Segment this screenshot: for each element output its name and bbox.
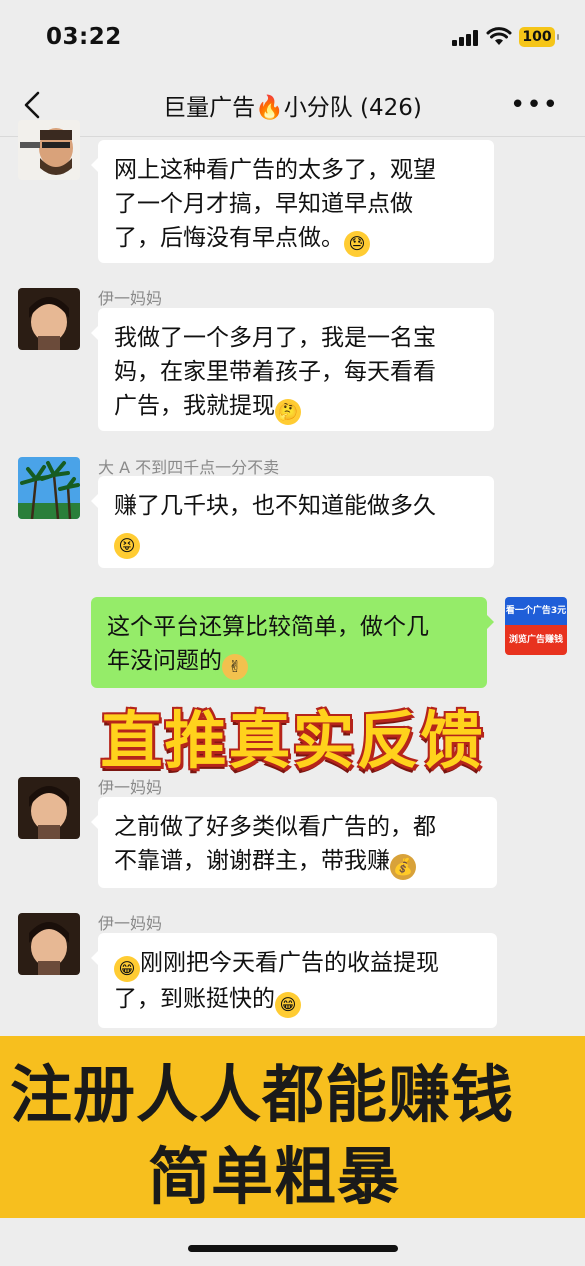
app-logo-badge[interactable]: 看一个广告3元 浏览广告赚钱 <box>505 597 567 655</box>
message-line: 不靠谱，谢谢群主，带我赚 <box>114 848 390 874</box>
message-line: 我做了一个多月了，我是一名宝 <box>114 325 436 351</box>
message-line: 广告，我就提现 <box>114 393 275 419</box>
status-bar: 03:22 100 <box>0 0 585 72</box>
message-line: 了，到账挺快的 <box>114 986 275 1012</box>
status-time: 03:22 <box>46 24 122 50</box>
banner-line-2: 简单粗暴 <box>148 1140 401 1213</box>
chat-title: 巨量广告🔥小分队 (426) <box>163 95 422 121</box>
message-line: 网上这种看广告的太多了，观望 <box>114 157 436 183</box>
chat-header: 巨量广告🔥小分队 (426) ••• <box>0 72 585 137</box>
avatar[interactable] <box>18 120 80 180</box>
message-line: 年没问题的 <box>107 648 222 674</box>
message-line: 刚刚把今天看广告的收益提现 <box>140 950 439 976</box>
avatar[interactable] <box>18 288 80 350</box>
more-options-icon[interactable]: ••• <box>510 90 559 120</box>
sweat-emoji-icon: 😓 <box>344 231 370 257</box>
message-line: 了，后悔没有早点做。 <box>114 225 344 251</box>
message-bubble[interactable]: 网上这种看广告的太多了，观望 了一个月才搞，早知道早点做 了，后悔没有早点做。 😓 <box>91 140 494 263</box>
avatar[interactable] <box>18 777 80 839</box>
message-line: 这个平台还算比较简单，做个几 <box>107 614 429 640</box>
sender-name: 大 A 不到四千点一分不卖 <box>98 458 280 477</box>
grinning-emoji-icon: 😁 <box>114 956 140 982</box>
headline-overlay: 直推真实反馈 <box>100 704 485 777</box>
victory-hand-icon: ✌ <box>222 654 248 680</box>
message-line: 之前做了好多类似看广告的，都 <box>114 814 436 840</box>
home-indicator[interactable] <box>188 1245 398 1252</box>
message-bubble[interactable]: 我做了一个多月了，我是一名宝 妈，在家里带着孩子，每天看看 广告，我就提现 🤔 <box>91 308 494 431</box>
message-bubble[interactable]: 😁 刚刚把今天看广告的收益提现 了，到账挺快的 😁 <box>91 933 497 1028</box>
message-bubble[interactable]: 赚了几千块，也不知道能做多久 😝 <box>91 476 494 568</box>
girl-photo-avatar <box>18 777 80 839</box>
battery-icon: 100 <box>519 27 559 47</box>
message-bubble[interactable]: 之前做了好多类似看广告的，都 不靠谱，谢谢群主，带我赚 💰 <box>91 797 497 888</box>
promo-banner: 注册人人都能赚钱 简单粗暴 <box>0 1036 585 1218</box>
message-line: 妈，在家里带着孩子，每天看看 <box>114 359 436 385</box>
badge-top-text: 看一个广告3元 <box>505 597 567 625</box>
own-message-bubble[interactable]: 这个平台还算比较简单，做个几 年没问题的 ✌ <box>91 597 494 688</box>
sender-name: 伊一妈妈 <box>98 778 163 797</box>
sender-name: 伊一妈妈 <box>98 289 163 308</box>
badge-bottom-text: 浏览广告赚钱 <box>505 625 567 655</box>
girl-photo-avatar <box>18 913 80 975</box>
girl-photo-avatar <box>18 288 80 350</box>
avatar[interactable] <box>18 913 80 975</box>
banner-line-1: 注册人人都能赚钱 <box>10 1058 515 1131</box>
thinking-emoji-icon: 🤔 <box>275 399 301 425</box>
wifi-icon <box>486 27 512 45</box>
message-line: 了一个月才搞，早知道早点做 <box>114 191 413 217</box>
avatar[interactable] <box>18 457 80 519</box>
grinning-emoji-icon: 😁 <box>275 992 301 1018</box>
cellular-signal-icon <box>452 30 480 46</box>
sender-name: 伊一妈妈 <box>98 914 163 933</box>
palm-trees-avatar <box>18 457 80 519</box>
message-line: 赚了几千块，也不知道能做多久 <box>114 493 436 519</box>
money-bag-icon: 💰 <box>390 854 416 880</box>
cartoon-gunman-avatar <box>18 120 80 180</box>
grinning-emoji-icon: 😝 <box>114 533 140 559</box>
